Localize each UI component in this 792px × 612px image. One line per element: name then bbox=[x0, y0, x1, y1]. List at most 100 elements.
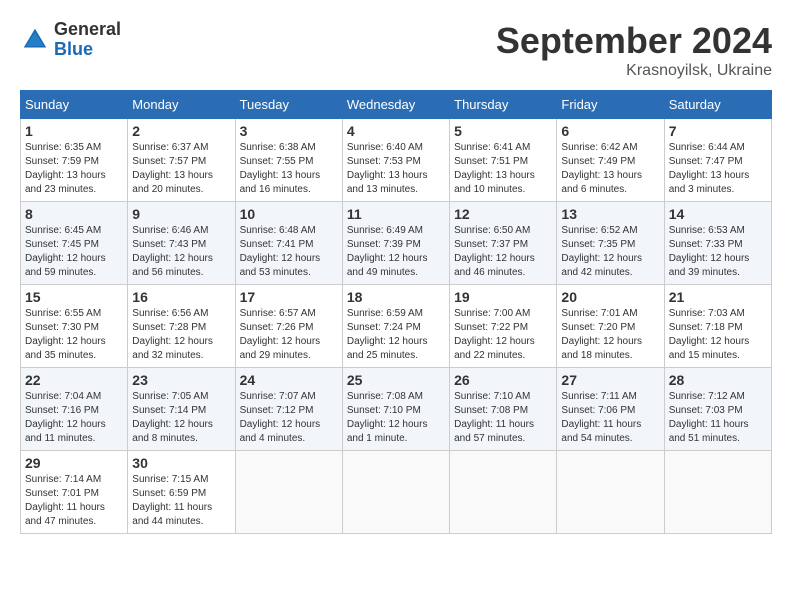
day-info: Sunrise: 6:48 AMSunset: 7:41 PMDaylight:… bbox=[240, 224, 338, 280]
calendar-cell: 8 Sunrise: 6:45 AMSunset: 7:45 PMDaylight… bbox=[21, 202, 128, 285]
calendar-cell: 25 Sunrise: 7:08 AMSunset: 7:10 PMDayligh… bbox=[342, 368, 449, 451]
col-sunday: Sunday bbox=[21, 91, 128, 119]
day-info: Sunrise: 6:50 AMSunset: 7:37 PMDaylight:… bbox=[454, 224, 552, 280]
day-number: 8 bbox=[25, 206, 123, 222]
title-section: September 2024 Krasnoyilsk, Ukraine bbox=[496, 20, 772, 80]
day-number: 4 bbox=[347, 123, 445, 139]
day-number: 23 bbox=[132, 372, 230, 388]
day-info: Sunrise: 6:42 AMSunset: 7:49 PMDaylight:… bbox=[561, 141, 659, 197]
day-info: Sunrise: 7:14 AMSunset: 7:01 PMDaylight:… bbox=[25, 473, 123, 529]
calendar-week-2: 8 Sunrise: 6:45 AMSunset: 7:45 PMDaylight… bbox=[21, 202, 772, 285]
day-info: Sunrise: 7:15 AMSunset: 6:59 PMDaylight:… bbox=[132, 473, 230, 529]
calendar-cell: 11 Sunrise: 6:49 AMSunset: 7:39 PMDayligh… bbox=[342, 202, 449, 285]
day-info: Sunrise: 7:07 AMSunset: 7:12 PMDaylight:… bbox=[240, 390, 338, 446]
logo-general: General bbox=[54, 20, 121, 40]
calendar-cell: 24 Sunrise: 7:07 AMSunset: 7:12 PMDayligh… bbox=[235, 368, 342, 451]
calendar-cell: 21 Sunrise: 7:03 AMSunset: 7:18 PMDayligh… bbox=[664, 285, 771, 368]
location: Krasnoyilsk, Ukraine bbox=[496, 62, 772, 80]
calendar-cell: 27 Sunrise: 7:11 AMSunset: 7:06 PMDayligh… bbox=[557, 368, 664, 451]
day-info: Sunrise: 6:55 AMSunset: 7:30 PMDaylight:… bbox=[25, 307, 123, 363]
calendar-cell bbox=[235, 451, 342, 534]
day-number: 21 bbox=[669, 289, 767, 305]
day-info: Sunrise: 7:08 AMSunset: 7:10 PMDaylight:… bbox=[347, 390, 445, 446]
day-info: Sunrise: 6:44 AMSunset: 7:47 PMDaylight:… bbox=[669, 141, 767, 197]
col-wednesday: Wednesday bbox=[342, 91, 449, 119]
calendar-table: Sunday Monday Tuesday Wednesday Thursday… bbox=[20, 90, 772, 534]
calendar-cell: 5 Sunrise: 6:41 AMSunset: 7:51 PMDaylight… bbox=[450, 119, 557, 202]
day-info: Sunrise: 6:56 AMSunset: 7:28 PMDaylight:… bbox=[132, 307, 230, 363]
logo-blue: Blue bbox=[54, 40, 121, 60]
day-info: Sunrise: 7:11 AMSunset: 7:06 PMDaylight:… bbox=[561, 390, 659, 446]
day-info: Sunrise: 7:12 AMSunset: 7:03 PMDaylight:… bbox=[669, 390, 767, 446]
calendar-cell: 17 Sunrise: 6:57 AMSunset: 7:26 PMDayligh… bbox=[235, 285, 342, 368]
day-number: 10 bbox=[240, 206, 338, 222]
day-number: 19 bbox=[454, 289, 552, 305]
calendar-cell: 28 Sunrise: 7:12 AMSunset: 7:03 PMDayligh… bbox=[664, 368, 771, 451]
calendar-cell bbox=[664, 451, 771, 534]
col-thursday: Thursday bbox=[450, 91, 557, 119]
calendar-cell: 6Sunrise: 6:42 AMSunset: 7:49 PMDaylight… bbox=[557, 119, 664, 202]
day-number: 9 bbox=[132, 206, 230, 222]
calendar-cell: 30 Sunrise: 7:15 AMSunset: 6:59 PMDayligh… bbox=[128, 451, 235, 534]
day-number: 25 bbox=[347, 372, 445, 388]
day-number: 28 bbox=[669, 372, 767, 388]
calendar-week-3: 15Sunrise: 6:55 AMSunset: 7:30 PMDayligh… bbox=[21, 285, 772, 368]
day-info: Sunrise: 7:03 AMSunset: 7:18 PMDaylight:… bbox=[669, 307, 767, 363]
col-tuesday: Tuesday bbox=[235, 91, 342, 119]
calendar-cell: 29Sunrise: 7:14 AMSunset: 7:01 PMDayligh… bbox=[21, 451, 128, 534]
day-number: 3 bbox=[240, 123, 338, 139]
calendar-cell: 13Sunrise: 6:52 AMSunset: 7:35 PMDayligh… bbox=[557, 202, 664, 285]
day-info: Sunrise: 7:01 AMSunset: 7:20 PMDaylight:… bbox=[561, 307, 659, 363]
day-info: Sunrise: 7:04 AMSunset: 7:16 PMDaylight:… bbox=[25, 390, 123, 446]
day-info: Sunrise: 6:38 AMSunset: 7:55 PMDaylight:… bbox=[240, 141, 338, 197]
day-info: Sunrise: 6:41 AMSunset: 7:51 PMDaylight:… bbox=[454, 141, 552, 197]
calendar-cell bbox=[557, 451, 664, 534]
day-number: 27 bbox=[561, 372, 659, 388]
calendar-cell: 10 Sunrise: 6:48 AMSunset: 7:41 PMDayligh… bbox=[235, 202, 342, 285]
day-info: Sunrise: 6:37 AMSunset: 7:57 PMDaylight:… bbox=[132, 141, 230, 197]
day-info: Sunrise: 6:35 AMSunset: 7:59 PMDaylight:… bbox=[25, 141, 123, 197]
day-number: 1 bbox=[25, 123, 123, 139]
calendar-week-1: 1 Sunrise: 6:35 AMSunset: 7:59 PMDaylight… bbox=[21, 119, 772, 202]
calendar-cell: 19Sunrise: 7:00 AMSunset: 7:22 PMDayligh… bbox=[450, 285, 557, 368]
day-number: 11 bbox=[347, 206, 445, 222]
day-number: 2 bbox=[132, 123, 230, 139]
day-info: Sunrise: 6:46 AMSunset: 7:43 PMDaylight:… bbox=[132, 224, 230, 280]
calendar-cell: 26Sunrise: 7:10 AMSunset: 7:08 PMDayligh… bbox=[450, 368, 557, 451]
col-saturday: Saturday bbox=[664, 91, 771, 119]
day-info: Sunrise: 6:57 AMSunset: 7:26 PMDaylight:… bbox=[240, 307, 338, 363]
calendar-week-5: 29Sunrise: 7:14 AMSunset: 7:01 PMDayligh… bbox=[21, 451, 772, 534]
day-number: 24 bbox=[240, 372, 338, 388]
calendar-cell: 20 Sunrise: 7:01 AMSunset: 7:20 PMDayligh… bbox=[557, 285, 664, 368]
day-number: 26 bbox=[454, 372, 552, 388]
calendar-cell: 23Sunrise: 7:05 AMSunset: 7:14 PMDayligh… bbox=[128, 368, 235, 451]
calendar-cell: 12 Sunrise: 6:50 AMSunset: 7:37 PMDayligh… bbox=[450, 202, 557, 285]
month-title: September 2024 bbox=[496, 20, 772, 62]
calendar-cell: 22Sunrise: 7:04 AMSunset: 7:16 PMDayligh… bbox=[21, 368, 128, 451]
day-number: 5 bbox=[454, 123, 552, 139]
day-info: Sunrise: 6:45 AMSunset: 7:45 PMDaylight:… bbox=[25, 224, 123, 280]
day-number: 12 bbox=[454, 206, 552, 222]
day-info: Sunrise: 6:59 AMSunset: 7:24 PMDaylight:… bbox=[347, 307, 445, 363]
header-row: Sunday Monday Tuesday Wednesday Thursday… bbox=[21, 91, 772, 119]
col-friday: Friday bbox=[557, 91, 664, 119]
calendar-cell: 15Sunrise: 6:55 AMSunset: 7:30 PMDayligh… bbox=[21, 285, 128, 368]
day-number: 30 bbox=[132, 455, 230, 471]
day-info: Sunrise: 6:40 AMSunset: 7:53 PMDaylight:… bbox=[347, 141, 445, 197]
logo-icon bbox=[20, 25, 50, 55]
day-number: 7 bbox=[669, 123, 767, 139]
calendar-cell: 14 Sunrise: 6:53 AMSunset: 7:33 PMDayligh… bbox=[664, 202, 771, 285]
calendar-cell: 4 Sunrise: 6:40 AMSunset: 7:53 PMDaylight… bbox=[342, 119, 449, 202]
day-number: 17 bbox=[240, 289, 338, 305]
calendar-cell bbox=[450, 451, 557, 534]
col-monday: Monday bbox=[128, 91, 235, 119]
day-number: 18 bbox=[347, 289, 445, 305]
logo: General Blue bbox=[20, 20, 121, 60]
day-number: 14 bbox=[669, 206, 767, 222]
day-info: Sunrise: 6:52 AMSunset: 7:35 PMDaylight:… bbox=[561, 224, 659, 280]
day-info: Sunrise: 6:49 AMSunset: 7:39 PMDaylight:… bbox=[347, 224, 445, 280]
calendar-week-4: 22Sunrise: 7:04 AMSunset: 7:16 PMDayligh… bbox=[21, 368, 772, 451]
day-number: 20 bbox=[561, 289, 659, 305]
day-info: Sunrise: 6:53 AMSunset: 7:33 PMDaylight:… bbox=[669, 224, 767, 280]
calendar-cell: 1 Sunrise: 6:35 AMSunset: 7:59 PMDaylight… bbox=[21, 119, 128, 202]
